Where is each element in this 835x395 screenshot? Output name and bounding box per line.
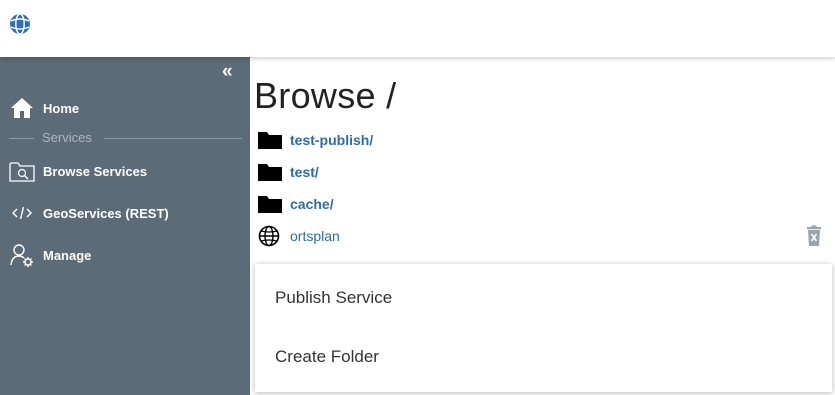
sidebar: « Home Services Browse Services GeoServi… [0, 57, 250, 395]
sidebar-item-label: Home [43, 100, 80, 116]
page-title: Browse / [254, 75, 397, 116]
folder-icon [258, 161, 284, 183]
service-link[interactable]: ortsplan [290, 228, 340, 244]
list-item: test/ [258, 160, 319, 184]
globe-icon [258, 225, 284, 247]
menu-item-create-folder[interactable]: Create Folder [255, 332, 832, 382]
code-icon [9, 200, 35, 226]
divider-line [104, 138, 242, 139]
manage-user-gear-icon [9, 242, 35, 268]
folder-link[interactable]: cache/ [290, 196, 334, 212]
sidebar-item-home[interactable]: Home [0, 91, 250, 125]
folder-link[interactable]: test-publish/ [290, 132, 373, 148]
sidebar-item-label: Browse Services [43, 163, 148, 179]
sidebar-item-browse-services[interactable]: Browse Services [0, 154, 250, 188]
list-item: ortsplan [258, 224, 340, 248]
services-section-divider: Services [0, 129, 250, 147]
sidebar-item-label: GeoServices (REST) [43, 205, 169, 221]
top-bar [0, 0, 835, 57]
list-item: test-publish/ [258, 128, 373, 152]
list-item: cache/ [258, 192, 334, 216]
sidebar-item-label: Manage [43, 247, 92, 263]
divider-line [9, 138, 34, 139]
globe-logo-icon[interactable] [9, 13, 31, 35]
collapse-sidebar-button[interactable]: « [222, 62, 233, 82]
create-menu: Publish Service Create Folder [255, 264, 832, 392]
home-icon [9, 95, 35, 121]
trash-icon[interactable] [805, 225, 823, 247]
section-label: Services [42, 130, 92, 145]
menu-item-publish-service[interactable]: Publish Service [255, 273, 832, 323]
folder-icon [258, 193, 284, 215]
folder-icon [258, 129, 284, 151]
sidebar-item-manage[interactable]: Manage [0, 238, 250, 272]
browse-services-icon [9, 158, 35, 184]
sidebar-item-geoservices-rest[interactable]: GeoServices (REST) [0, 196, 250, 230]
folder-link[interactable]: test/ [290, 164, 319, 180]
